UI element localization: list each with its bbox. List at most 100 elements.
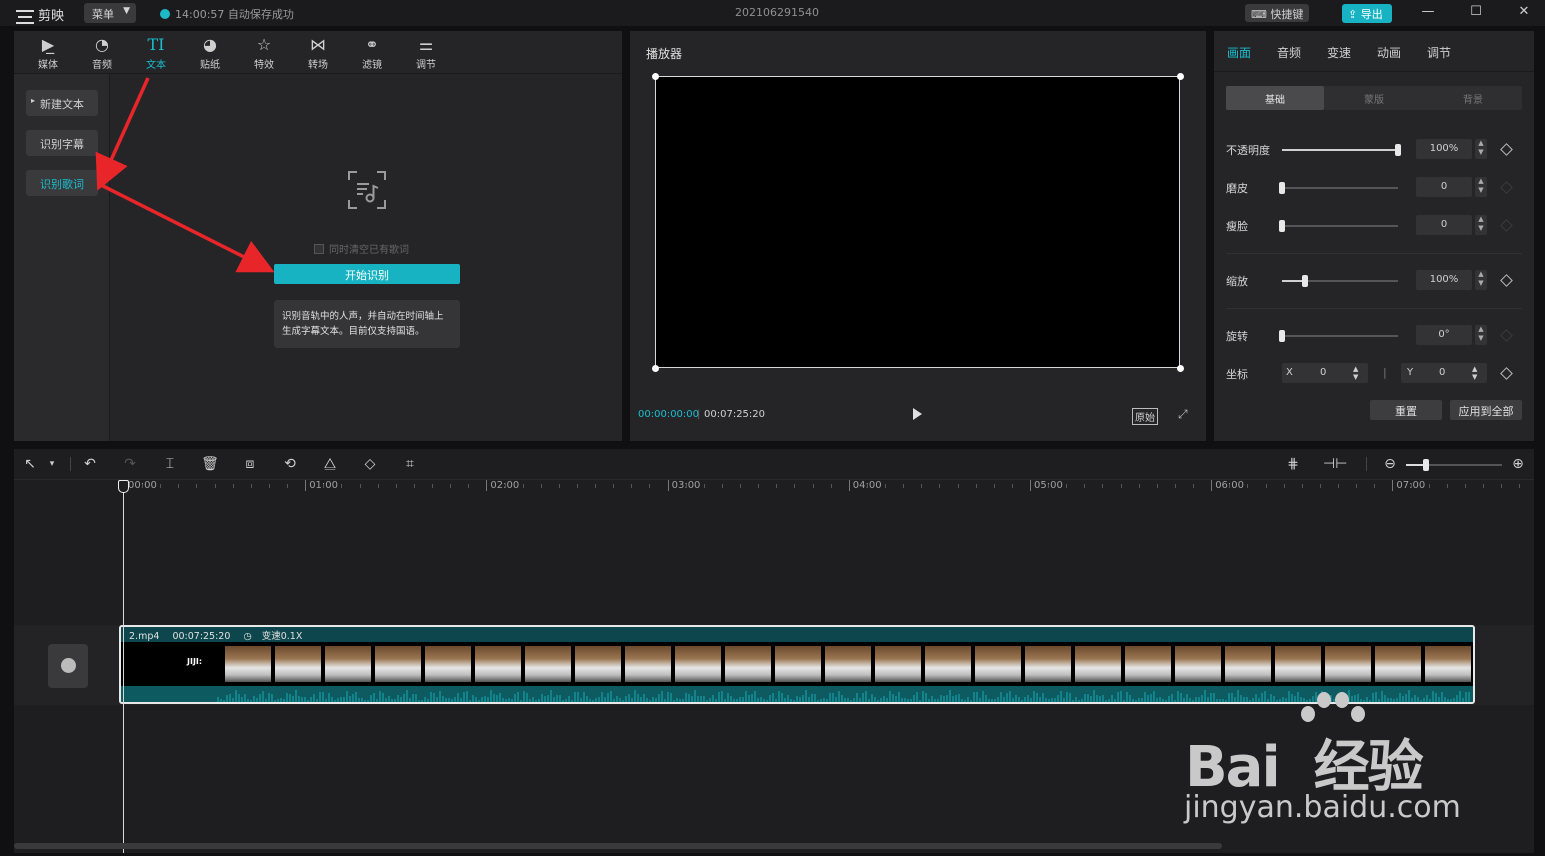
tab-picture[interactable]: 画面 [1227,44,1251,61]
menu-button[interactable]: 菜单 ▼ [84,3,136,23]
tab-audio[interactable]: ◔ 音频 [78,34,126,72]
opacity-slider-knob[interactable] [1395,144,1401,156]
filter-icon: ⚭ [365,35,379,54]
tab-media[interactable]: ▶̲ 媒体 [24,34,72,72]
position-keyframe-icon[interactable] [1500,367,1513,380]
tab-animation[interactable]: 动画 [1377,44,1401,61]
freeze-frame-icon[interactable]: ⧈ [240,456,260,472]
scale-slider-knob[interactable] [1302,275,1309,287]
position-x-input[interactable]: X 0 ▲ ▼ [1282,363,1368,383]
segment-mask[interactable]: 蒙版 [1325,86,1423,110]
zoom-slider[interactable] [1406,459,1502,471]
scale-stepper[interactable]: ▲ ▼ [1475,270,1487,290]
rotate-slider[interactable] [1279,330,1398,342]
snap-icon[interactable]: ⋕ [1283,456,1303,472]
aspect-original-button[interactable]: 原始 [1132,408,1158,425]
smooth-skin-stepper[interactable]: ▲ ▼ [1475,177,1487,197]
tab-sticker[interactable]: ◕ 贴纸 [186,34,234,72]
crop-icon[interactable]: ⌗ [400,456,420,472]
slim-face-input[interactable]: 0 [1416,215,1472,235]
apply-all-button[interactable]: 应用到全部 [1450,400,1522,420]
chevron-down-icon[interactable]: ▾ [42,459,62,469]
tab-speed[interactable]: 变速 [1327,44,1351,61]
waveform-bar [859,697,861,702]
mirror-icon[interactable]: ⧋ [320,456,340,472]
tab-adjust[interactable]: ⚌ 调节 [402,34,450,72]
zoom-in-icon[interactable]: ⊕ [1508,456,1528,472]
select-cursor-icon[interactable]: ↖ [20,456,40,472]
horizontal-scrollbar[interactable] [14,843,1222,849]
maximize-icon[interactable]: ☐ [1466,4,1486,19]
smooth-skin-input[interactable]: 0 [1416,177,1472,197]
undo-icon[interactable]: ↶ [80,456,100,472]
tab-filter[interactable]: ⚭ 滤镜 [348,34,396,72]
scale-slider[interactable] [1282,275,1398,287]
slim-face-stepper[interactable]: ▲ ▼ [1475,215,1487,235]
waveform-bar [1219,698,1221,702]
resize-handle-tl[interactable] [652,73,659,80]
waveform-bar [721,691,723,702]
preview-canvas[interactable] [655,76,1180,368]
minimize-icon[interactable]: — [1418,4,1438,19]
tab-text[interactable]: TI 文本 [132,34,180,72]
slim-face-slider[interactable] [1279,220,1398,232]
reset-button[interactable]: 重置 [1370,400,1442,420]
tab-props-adjust[interactable]: 调节 [1427,44,1451,61]
rotate-slider-knob[interactable] [1279,330,1285,342]
tab-props-audio[interactable]: 音频 [1277,44,1301,61]
position-x-stepper[interactable]: ▲ ▼ [1353,365,1358,381]
redo-icon[interactable]: ↷ [120,456,140,472]
reverse-icon[interactable]: ⟲ [280,456,300,472]
opacity-slider[interactable] [1282,144,1401,156]
scale-keyframe-icon[interactable] [1500,274,1513,287]
rotate-stepper[interactable]: ▲ ▼ [1475,325,1487,345]
waveform-bar [553,696,555,702]
link-icon[interactable]: ⊣⊢ [1323,456,1347,472]
ruler-minor-tick [540,484,542,488]
slim-face-slider-knob[interactable] [1279,220,1285,232]
waveform-bar [262,690,264,702]
opacity-stepper[interactable]: ▲ ▼ [1475,139,1487,159]
segment-background[interactable]: 背景 [1424,86,1522,110]
play-icon[interactable] [913,408,922,420]
start-recognition-button[interactable]: 开始识别 [274,264,460,284]
fullscreen-icon[interactable]: ⤢ [1178,407,1188,422]
smooth-skin-slider[interactable] [1279,182,1398,194]
resize-handle-bl[interactable] [652,365,659,372]
position-y-input[interactable]: Y 0 ▲ ▼ [1401,363,1487,383]
slim-face-keyframe-icon[interactable] [1500,219,1513,232]
playhead-handle[interactable] [118,480,129,493]
recognize-subtitles-button[interactable]: 识别字幕 [26,130,98,156]
opacity-keyframe-icon[interactable] [1500,143,1513,156]
split-icon[interactable]: ⌶ [160,456,180,472]
export-button[interactable]: ⇪ 导出 [1342,4,1392,23]
opacity-input[interactable]: 100% [1416,139,1472,159]
segment-basic[interactable]: 基础 [1226,86,1324,110]
tab-effects[interactable]: ☆ 特效 [240,34,288,72]
rotate-input[interactable]: 0° [1416,325,1472,345]
resize-handle-br[interactable] [1177,365,1184,372]
clear-lyrics-checkbox[interactable]: 同时清空已有歌词 [314,241,409,256]
position-y-stepper[interactable]: ▲ ▼ [1472,365,1477,381]
waveform-bar [373,692,375,702]
waveform-bar [643,693,645,702]
delete-icon[interactable]: 🗑︎ [200,456,220,472]
waveform-bar [1078,699,1080,702]
recognize-lyrics-button[interactable]: 识别歌词 [26,170,98,196]
scale-input[interactable]: 100% [1416,270,1472,290]
close-icon[interactable]: ✕ [1514,4,1534,19]
tab-transition[interactable]: ⋈ 转场 [294,34,342,72]
rotate-keyframe-icon[interactable] [1500,329,1513,342]
rotate-icon[interactable]: ◇ [360,456,380,472]
shortcut-button[interactable]: ⌨ 快捷键 [1245,4,1309,22]
zoom-out-icon[interactable]: ⊖ [1380,456,1400,472]
smooth-skin-slider-knob[interactable] [1279,182,1285,194]
zoom-slider-knob[interactable] [1423,459,1429,471]
video-clip[interactable]: 2.mp4 00:07:25:20 ◷ 变速0.1X JIJI: [119,625,1475,704]
new-text-button[interactable]: ▸ 新建文本 [26,90,98,116]
track-mute-button[interactable] [48,644,88,688]
waveform-bar [700,696,702,702]
clip-thumbnail [1325,646,1373,682]
smooth-skin-keyframe-icon[interactable] [1500,181,1513,194]
resize-handle-tr[interactable] [1177,73,1184,80]
